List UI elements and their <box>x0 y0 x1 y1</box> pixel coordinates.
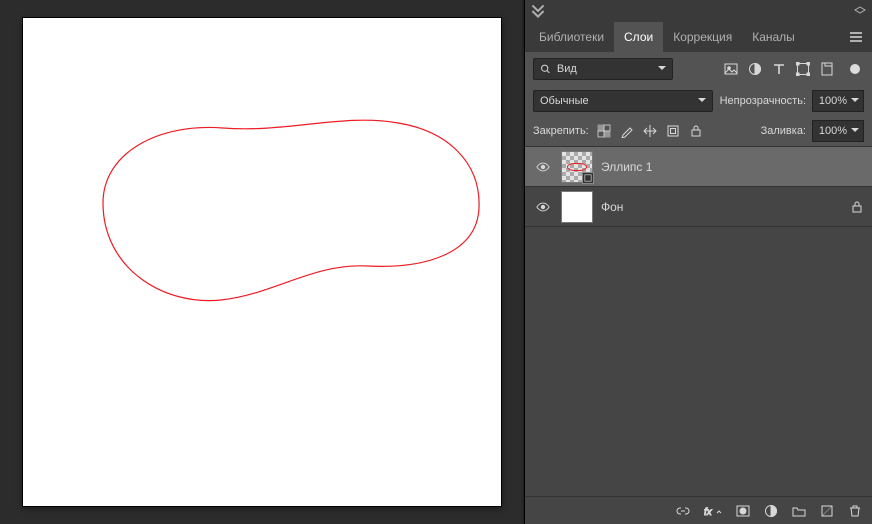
lock-position-icon[interactable] <box>643 124 657 138</box>
filter-pixel-icon[interactable] <box>724 62 738 76</box>
fill-value: 100% <box>819 125 847 137</box>
layer-visibility-toggle[interactable] <box>533 157 553 177</box>
filter-shape-icon[interactable] <box>796 62 810 76</box>
tab-libraries[interactable]: Библиотеки <box>529 22 614 52</box>
filter-smartobject-icon[interactable] <box>820 62 834 76</box>
panel-collapse-button[interactable] <box>531 4 545 18</box>
panel-menu-button[interactable] <box>844 25 868 49</box>
link-layers-icon[interactable] <box>676 504 690 518</box>
filter-type-icon[interactable] <box>772 62 786 76</box>
chevron-down-icon <box>851 95 859 107</box>
layer-filter-row <box>525 52 872 86</box>
blend-mode-value: Обычные <box>540 95 589 107</box>
document-canvas[interactable] <box>23 18 501 506</box>
delete-layer-icon[interactable] <box>848 504 862 518</box>
layer-row[interactable]: Эллипс 1 <box>525 147 872 187</box>
layer-filter-input[interactable] <box>555 62 654 76</box>
filter-adjustment-icon[interactable] <box>748 62 762 76</box>
layer-filter-select[interactable] <box>533 58 673 80</box>
opacity-input[interactable]: 100% <box>812 90 864 112</box>
chevron-down-icon <box>851 125 859 137</box>
lock-artboard-icon[interactable] <box>666 124 680 138</box>
chevron-down-icon <box>698 95 706 107</box>
panel-tabs: Библиотеки Слои Коррекция Каналы <box>525 22 872 52</box>
document-canvas-area <box>0 0 524 524</box>
layer-effects-icon[interactable]: fx <box>704 504 722 518</box>
new-adjustment-icon[interactable] <box>764 504 778 518</box>
tab-adjustments[interactable]: Коррекция <box>663 22 742 52</box>
chevron-down-icon <box>658 63 666 75</box>
svg-text:fx: fx <box>704 507 713 518</box>
shape-ellipse[interactable] <box>23 18 501 506</box>
new-layer-icon[interactable] <box>820 504 834 518</box>
tab-channels[interactable]: Каналы <box>742 22 805 52</box>
lock-row: Закрепить: Заливка: <box>525 116 872 146</box>
panel-drag-grip[interactable] <box>854 6 866 17</box>
layer-row[interactable]: Фон <box>525 187 872 227</box>
panel-bottom-toolbar: fx <box>525 496 872 524</box>
eye-icon <box>536 200 550 214</box>
eye-icon <box>536 160 550 174</box>
layers-list: Эллипс 1 Фон <box>525 146 872 496</box>
add-mask-icon[interactable] <box>736 504 750 518</box>
new-group-icon[interactable] <box>792 504 806 518</box>
hamburger-icon <box>849 30 863 44</box>
blend-mode-select[interactable]: Обычные <box>533 90 713 112</box>
layer-visibility-toggle[interactable] <box>533 197 553 217</box>
filter-toggle-indicator[interactable] <box>850 64 860 74</box>
search-icon <box>540 62 551 76</box>
lock-pixels-icon[interactable] <box>620 124 634 138</box>
lock-icon <box>850 200 864 214</box>
panel-header <box>525 0 872 22</box>
fill-input[interactable]: 100% <box>812 120 864 142</box>
panel-body: Обычные Непрозрачность: 100% Закрепить: <box>525 52 872 524</box>
lock-all-icon[interactable] <box>689 124 703 138</box>
opacity-value: 100% <box>819 95 847 107</box>
layer-name[interactable]: Фон <box>601 200 842 214</box>
layer-thumbnail[interactable] <box>561 191 593 223</box>
tab-layers[interactable]: Слои <box>614 22 663 52</box>
layer-thumbnail[interactable] <box>561 151 593 183</box>
lock-transparency-icon[interactable] <box>597 124 611 138</box>
lock-label: Закрепить: <box>533 125 589 137</box>
layers-panel: Библиотеки Слои Коррекция Каналы <box>524 0 872 524</box>
opacity-label: Непрозрачность: <box>720 95 806 107</box>
fill-label: Заливка: <box>761 125 806 137</box>
blend-row: Обычные Непрозрачность: 100% <box>525 86 872 116</box>
layer-name[interactable]: Эллипс 1 <box>601 160 864 174</box>
